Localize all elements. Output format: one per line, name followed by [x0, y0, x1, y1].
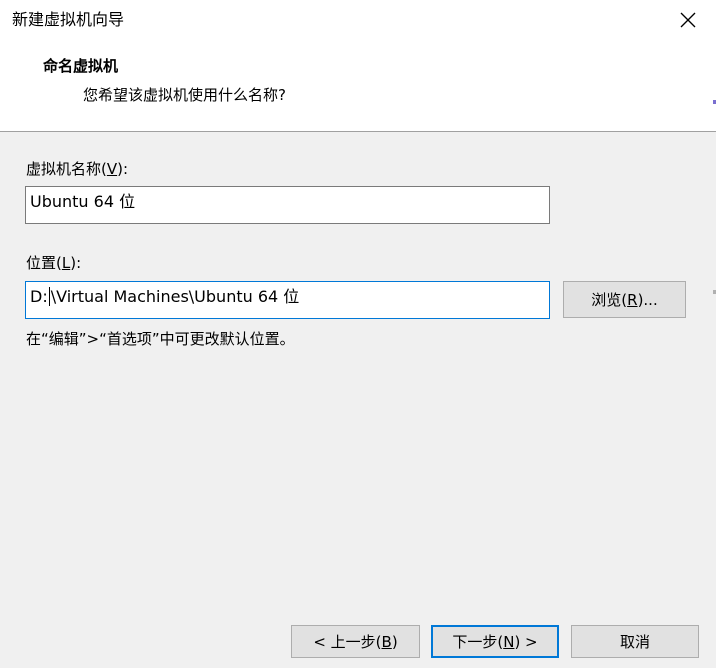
close-button[interactable] [668, 4, 708, 36]
title-bar: 新建虚拟机向导 [0, 0, 716, 40]
vm-name-label-accesskey: V [106, 160, 118, 178]
location-input[interactable]: D: \Virtual Machines\Ubuntu 64 位 [25, 281, 550, 319]
cancel-button[interactable]: 取消 [571, 625, 699, 658]
page-title: 命名虚拟机 [43, 57, 119, 75]
default-location-hint: 在“编辑”>“首选项”中可更改默认位置。 [26, 330, 295, 348]
text-caret [48, 287, 50, 306]
vm-name-input[interactable]: Ubuntu 64 位 [25, 186, 550, 224]
location-value-start: D: [30, 287, 48, 306]
location-label: 位置(L): [26, 254, 82, 272]
vm-name-value: Ubuntu 64 位 [30, 192, 136, 211]
vm-name-label: 虚拟机名称(V): [26, 160, 129, 178]
wizard-header: 命名虚拟机 您希望该虚拟机使用什么名称? [0, 40, 716, 132]
page-subtitle: 您希望该虚拟机使用什么名称? [83, 86, 286, 104]
location-value-rest: \Virtual Machines\Ubuntu 64 位 [50, 287, 300, 306]
window-title: 新建虚拟机向导 [12, 10, 125, 29]
browse-button[interactable]: 浏览(R)... [563, 281, 686, 318]
location-label-accesskey: L [61, 254, 71, 272]
new-vm-wizard-dialog: 新建虚拟机向导 命名虚拟机 您希望该虚拟机使用什么名称? 虚拟机名称(V): U… [0, 0, 716, 668]
next-button[interactable]: 下一步(N) > [431, 625, 559, 658]
close-icon [680, 12, 696, 28]
back-button[interactable]: < 上一步(B) [291, 625, 420, 658]
